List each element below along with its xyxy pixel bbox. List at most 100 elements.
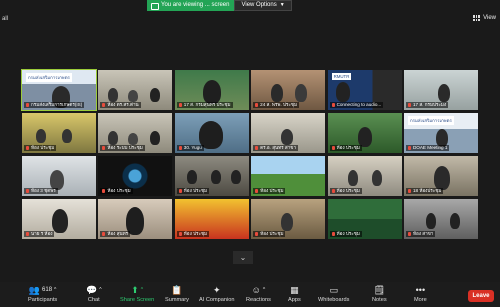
participant-name: 17 ส. กรมสุนทร ประชุม [176,102,233,108]
video-tile[interactable]: ห้อง ประชุม [327,199,402,239]
participant-figure [271,84,284,102]
video-tile[interactable]: ห้อง ระบบ ประชุม [98,113,173,153]
participants-button[interactable]: 👥 618 ^ Participants [28,284,57,304]
participant-name: ห้อง ประชุม [100,188,133,194]
participant-figure [128,133,139,145]
whiteboards-button[interactable]: ▭ Whiteboards [318,284,350,304]
chat-icon: 💬 [86,284,98,295]
participant-name: 30. Yugu [176,145,204,151]
video-tile[interactable]: ห้อง 3 ชุดพร [22,156,96,196]
participant-figure [371,170,382,186]
chevron-down-icon: ▼ [279,2,285,8]
screen-share-banner: You are viewing ... screen View Options … [147,0,292,11]
participant-figure [425,213,436,229]
video-tile[interactable]: 17 ส. กรมประมง [403,70,478,110]
notes-icon: 🗒 [373,284,386,295]
participant-name: ห้อง ประชุม [176,231,210,237]
chevron-up-icon: ^ [99,287,102,293]
video-tile[interactable]: ห้อง สาขา [403,199,478,239]
video-tile[interactable]: ห้อง ประชุม [327,113,402,153]
video-tile[interactable]: ดร.อ. สุนทร สาขา [251,113,326,153]
participant-name: ห้อง ระบบ ประชุม [100,145,145,151]
participant-name: นาย ร ห้อง [24,231,55,237]
top-left-label: all [2,16,9,22]
tile-sign: กรมส่งเสริมการเกษตร [407,116,454,125]
participant-name: 18 ห้องประชุม [405,188,444,194]
chat-button[interactable]: 💬 ^ Chat [86,284,102,304]
video-tile[interactable]: ห้อง ประชุม [251,199,326,239]
participant-name: ห้อง ประชุม [253,231,286,237]
participant-name: ห้อง ประชุม [24,145,57,151]
participant-figure [186,170,197,184]
participant-figure [128,90,139,102]
participant-figure [150,88,161,102]
participant-figure [62,129,72,143]
participant-figure [281,129,294,145]
participant-name: ห้อง ประชุม [176,188,210,194]
whiteboards-label: Whiteboards [318,297,350,303]
participant-name: ห้อง ประชุม [329,231,362,237]
participant-figure [150,131,161,145]
video-tile[interactable]: ห้อง ประชุม [22,113,96,153]
participant-name: ดร.อ. สุนทร สาขา [253,145,299,151]
video-tile[interactable]: 30. Yugu [174,113,249,153]
video-tile[interactable]: นาย ร ห้อง [22,199,96,239]
video-tile[interactable]: ห้อง ตร.สร.ต่าน [98,70,173,110]
reactions-button[interactable]: ☺ ^ Reactions [246,284,271,303]
participants-icon: 👥 [28,284,41,295]
participant-figure [357,127,372,147]
video-tile[interactable]: RMUTR Connecting to audio... [327,70,402,110]
notes-button[interactable]: 🗒 Notes [372,284,387,304]
share-screen-label: Share Screen [120,297,155,303]
video-tile[interactable]: ห้อง ประชุม [251,156,326,196]
collapse-chevron-icon[interactable]: ⌄ [233,251,253,264]
participant-figure [50,170,64,190]
more-label: More [414,297,427,303]
participant-figure [202,80,221,104]
video-tile[interactable]: 17 ส. กรมสุนทร ประชุม [174,70,249,110]
view-button[interactable]: View [473,15,496,21]
video-tile[interactable]: ห้อง ประชุม [98,156,173,196]
participant-name: Connecting to audio... [329,102,384,108]
participant-figure [52,209,68,233]
video-tile[interactable]: 24 ส. พรพ. ประชุม [251,70,326,110]
participant-figure [36,129,46,143]
chat-label: Chat [87,297,100,303]
more-button[interactable]: ••• More [414,284,427,303]
video-tile[interactable]: ห้อง ประชุม [327,156,402,196]
participant-name: ห้อง สาขา [405,231,436,237]
participant-figure [281,213,294,231]
apps-icon: ▦ [290,284,299,295]
view-options-label: View Options [241,2,277,8]
meeting-toolbar: 👥 618 ^ Participants 💬 ^ Chat ⬆ ^ Share Scre… [0,282,500,307]
chevron-up-icon: ^ [140,287,144,293]
participant-name: 17 ส. กรมประมง [405,102,449,108]
ai-companion-label: AI Companion [199,297,235,303]
ai-companion-button[interactable]: ✦ AI Companion [199,284,235,304]
participant-figure [210,170,221,184]
reactions-icon: ☺ [251,285,261,295]
participant-name: ห้อง 3 ชุดพร [24,188,58,194]
share-screen-button[interactable]: ⬆ ^ Share Screen [120,284,155,304]
tile-sign: กรมส่งเสริมการเกษตร [26,73,72,82]
ai-companion-icon: ✦ [212,284,221,295]
leave-button[interactable]: Leave [468,290,494,302]
participant-name: 24 ส. พรพ. ประชุม [253,102,299,108]
apps-label: Apps [288,297,301,303]
video-tile[interactable]: ห้อง สุนทร [98,199,173,239]
summary-icon: 📋 [171,284,183,295]
video-tile[interactable]: ห้อง ประชุม [174,199,249,239]
video-tile[interactable]: 18 ห้องประชุม [403,156,478,196]
participant-figure [295,84,308,102]
view-options-button[interactable]: View Options ▼ [234,0,292,11]
reactions-label: Reactions [246,297,271,303]
video-tile[interactable]: ห้อง ประชุม [174,156,249,196]
summary-label: Summary [165,297,189,303]
video-tile[interactable]: กรมส่งเสริมการเกษตร DOAE Meeting 1 [403,113,478,153]
participant-name: DOAE Meeting 1 [405,145,450,151]
summary-button[interactable]: 📋 Summary [165,284,189,304]
apps-button[interactable]: ▦ Apps [288,284,301,304]
participant-name: กรมส่งเสริมการเกษตร(IS) [24,102,85,108]
participant-name: ห้อง ประชุม [329,145,362,151]
video-tile[interactable]: กรมส่งเสริมการเกษตรกรมส่งเสริมการเกษตร(I… [21,69,97,111]
